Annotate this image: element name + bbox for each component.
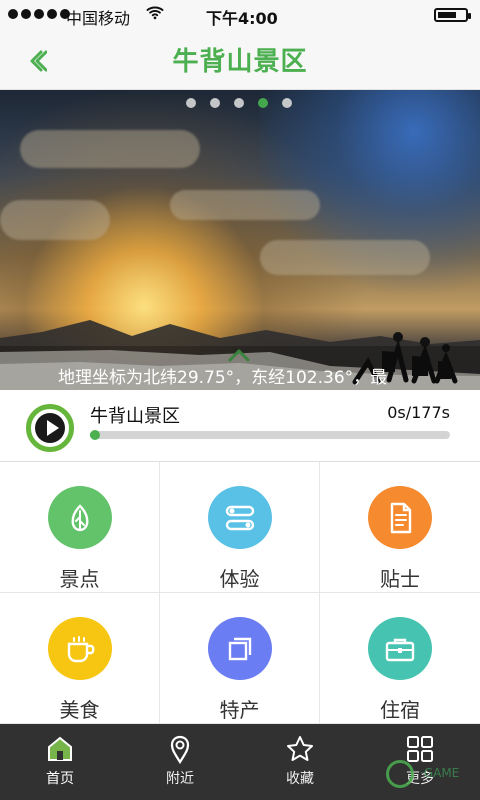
feature-grid: 景点 体验 贴士 美食 特产 住宿 <box>0 462 480 724</box>
grid-item-label: 贴士 <box>380 567 420 591</box>
grid-item-label: 特产 <box>219 698 260 722</box>
scenic-banner[interactable]: 地理坐标为北纬29.75°，东经102.36°，最 <box>0 90 480 390</box>
battery-icon <box>434 8 471 22</box>
cloud-shape <box>0 200 110 240</box>
grid-item-food[interactable]: 美食 <box>0 593 160 724</box>
nav-item-nearby[interactable]: 附近 <box>120 724 240 800</box>
grid-row: 美食 特产 住宿 <box>0 593 480 724</box>
status-bar: 中国移动 下午4:00 <box>0 0 480 30</box>
nav-label: 收藏 <box>286 771 314 787</box>
wifi-icon <box>146 6 164 20</box>
document-icon <box>368 486 432 549</box>
audio-time: 0s/177s <box>387 403 450 422</box>
suitcase-icon <box>368 617 432 680</box>
copy-icon <box>207 617 272 680</box>
grid-item-label: 体验 <box>219 567 260 591</box>
carrier-name: 中国移动 <box>66 9 131 28</box>
toggle-icon <box>207 486 272 549</box>
audio-title: 牛背山景区 <box>90 406 180 427</box>
grid-item-accommodation[interactable]: 住宿 <box>320 593 480 724</box>
nav-label: 首页 <box>46 771 74 787</box>
grid-row: 景点 体验 贴士 <box>0 462 480 593</box>
grid-item-label: 住宿 <box>380 698 420 722</box>
home-icon <box>45 734 75 764</box>
carousel-dot-active[interactable] <box>258 98 268 108</box>
grid-item-scenic-spots[interactable]: 景点 <box>0 462 160 593</box>
grid-item-specialties[interactable]: 特产 <box>160 593 320 724</box>
page-title: 牛背山景区 <box>172 47 308 77</box>
location-pin-icon <box>165 734 195 764</box>
star-icon <box>285 734 315 764</box>
nav-label: 附近 <box>166 771 194 787</box>
grid-item-label: 美食 <box>59 698 100 722</box>
play-button[interactable] <box>26 404 74 452</box>
leaf-icon <box>47 486 112 549</box>
status-time: 下午4:00 <box>206 9 278 28</box>
header: 牛背山景区 <box>0 30 480 90</box>
carousel-dot[interactable] <box>186 98 196 108</box>
cup-icon <box>47 617 112 680</box>
nav-item-favorites[interactable]: 收藏 <box>240 724 360 800</box>
chevron-left-icon <box>30 50 47 72</box>
grid-item-label: 景点 <box>59 567 100 591</box>
carousel-indicator[interactable] <box>186 98 292 108</box>
grid-item-experience[interactable]: 体验 <box>160 462 320 593</box>
cloud-shape <box>170 190 320 220</box>
watermark-text: ·GAME <box>420 766 460 780</box>
watermark: ·GAME <box>386 758 476 792</box>
banner-caption: 地理坐标为北纬29.75°，东经102.36°，最 <box>58 368 388 388</box>
back-button[interactable] <box>20 44 54 78</box>
cloud-shape <box>260 240 430 275</box>
carousel-dot[interactable] <box>210 98 220 108</box>
watermark-logo <box>386 760 414 788</box>
bottom-navigation: 首页 附近 收藏 更多 ·GAME <box>0 724 480 800</box>
cloud-shape <box>20 130 200 168</box>
play-triangle-icon <box>47 420 59 436</box>
audio-progress-bar[interactable] <box>90 430 450 440</box>
signal-strength-icon <box>8 9 70 19</box>
carousel-dot[interactable] <box>282 98 292 108</box>
carousel-dot[interactable] <box>234 98 244 108</box>
audio-progress-knob[interactable] <box>90 430 100 440</box>
grid-item-tips[interactable]: 贴士 <box>320 462 480 593</box>
nav-item-home[interactable]: 首页 <box>0 724 120 800</box>
audio-player: 牛背山景区 0s/177s <box>0 390 480 462</box>
